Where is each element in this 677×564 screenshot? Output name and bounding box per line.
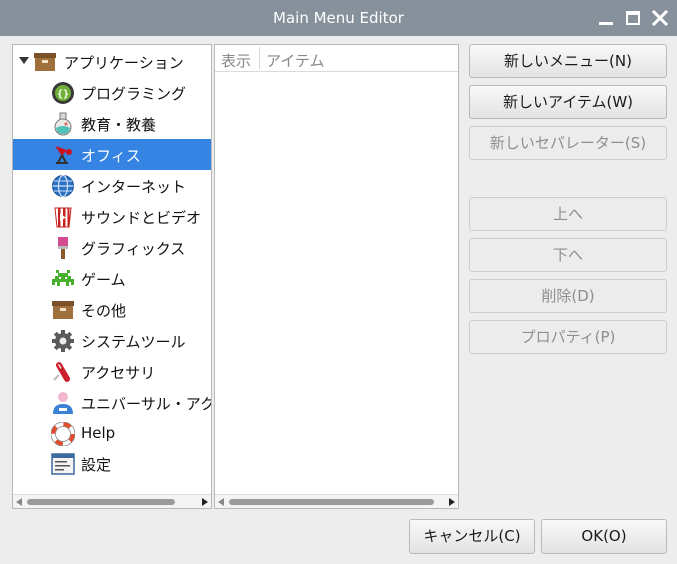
- item-list[interactable]: 表示 アイテム: [214, 44, 459, 509]
- tree-item-system-tools[interactable]: システムツール: [13, 325, 211, 356]
- tree-item-programming[interactable]: {} プログラミング: [13, 77, 211, 108]
- ok-button[interactable]: OK(O): [541, 519, 667, 554]
- preferences-icon: [51, 453, 75, 475]
- education-icon: [54, 112, 72, 136]
- tree-item-label: グラフィックス: [81, 240, 186, 258]
- close-icon[interactable]: [651, 9, 669, 27]
- tree-item-preferences[interactable]: 設定: [13, 448, 211, 479]
- scroll-right-icon[interactable]: [202, 498, 208, 506]
- tree-item-label: 設定: [81, 456, 112, 474]
- column-header-item[interactable]: アイテム: [266, 50, 325, 71]
- tree-item-universal-access[interactable]: ユニバーサル・アクセス: [13, 387, 211, 418]
- title-bar: Main Menu Editor: [0, 0, 677, 36]
- scroll-left-icon[interactable]: [218, 498, 224, 506]
- scroll-left-icon[interactable]: [16, 498, 22, 506]
- scroll-right-icon[interactable]: [449, 498, 455, 506]
- system-tools-icon: [52, 330, 74, 352]
- universal-access-icon: [53, 392, 73, 414]
- graphics-icon: [58, 237, 68, 259]
- tree-item-label: 教育・教養: [81, 116, 157, 134]
- help-icon: [51, 422, 75, 446]
- delete-button[interactable]: 削除(D): [469, 279, 667, 313]
- tree-item-label: その他: [81, 302, 127, 320]
- tree-item-other[interactable]: その他: [13, 294, 211, 325]
- tree-item-label: ユニバーサル・アクセス: [81, 395, 211, 413]
- tree-root-label: アプリケーション: [64, 54, 184, 72]
- scrollbar-thumb[interactable]: [27, 499, 175, 505]
- move-down-button[interactable]: 下へ: [469, 238, 667, 272]
- accessories-icon: [53, 362, 70, 382]
- column-divider: [259, 47, 260, 69]
- programming-icon: {}: [52, 82, 74, 104]
- tree-item-internet[interactable]: インターネット: [13, 170, 211, 201]
- tree-item-label: Help: [81, 424, 116, 442]
- tree-item-label: インターネット: [81, 178, 187, 196]
- properties-button[interactable]: プロパティ(P): [469, 320, 667, 354]
- tree-item-label: サウンドとビデオ: [81, 209, 202, 227]
- tree-item-label: プログラミング: [81, 85, 187, 103]
- games-icon: [52, 270, 74, 286]
- cancel-button[interactable]: キャンセル(C): [409, 519, 535, 554]
- tree-root-applications[interactable]: アプリケーション: [13, 46, 211, 77]
- svg-text:{}: {}: [57, 89, 69, 100]
- sound-video-icon: [54, 207, 72, 228]
- tree-item-education[interactable]: 教育・教養: [13, 108, 211, 139]
- new-separator-button[interactable]: 新しいセパレーター(S): [469, 126, 667, 160]
- other-icon: [52, 301, 74, 319]
- office-icon: [55, 146, 72, 164]
- internet-icon: [52, 174, 74, 198]
- maximize-icon[interactable]: [624, 9, 642, 27]
- expander-down-icon[interactable]: [19, 57, 29, 64]
- list-header: 表示 アイテム: [215, 45, 458, 72]
- minimize-icon[interactable]: [597, 9, 615, 27]
- tree-item-accessories[interactable]: アクセサリ: [13, 356, 211, 387]
- tree-item-help[interactable]: Help: [13, 418, 211, 449]
- tree-item-label: オフィス: [81, 147, 141, 165]
- tree-item-sound-video[interactable]: サウンドとビデオ: [13, 201, 211, 232]
- move-up-button[interactable]: 上へ: [469, 197, 667, 231]
- tree-item-games[interactable]: ゲーム: [13, 263, 211, 294]
- window-title: Main Menu Editor: [273, 9, 404, 27]
- tree-item-graphics[interactable]: グラフィックス: [13, 232, 211, 263]
- new-item-button[interactable]: 新しいアイテム(W): [469, 85, 667, 119]
- column-header-show[interactable]: 表示: [221, 50, 251, 71]
- new-menu-button[interactable]: 新しいメニュー(N): [469, 44, 667, 78]
- tree-item-office[interactable]: オフィス: [13, 139, 211, 170]
- tree-item-label: システムツール: [81, 333, 186, 351]
- tree-item-label: アクセサリ: [81, 364, 156, 382]
- list-horizontal-scrollbar[interactable]: [215, 494, 458, 508]
- menu-tree[interactable]: アプリケーション {} プログラミング 教育・教養 オフィス インターネット サ…: [12, 44, 212, 509]
- tree-item-label: ゲーム: [81, 271, 126, 289]
- applications-folder-icon: [34, 53, 56, 71]
- tree-horizontal-scrollbar[interactable]: [13, 494, 211, 508]
- scrollbar-thumb[interactable]: [229, 499, 434, 505]
